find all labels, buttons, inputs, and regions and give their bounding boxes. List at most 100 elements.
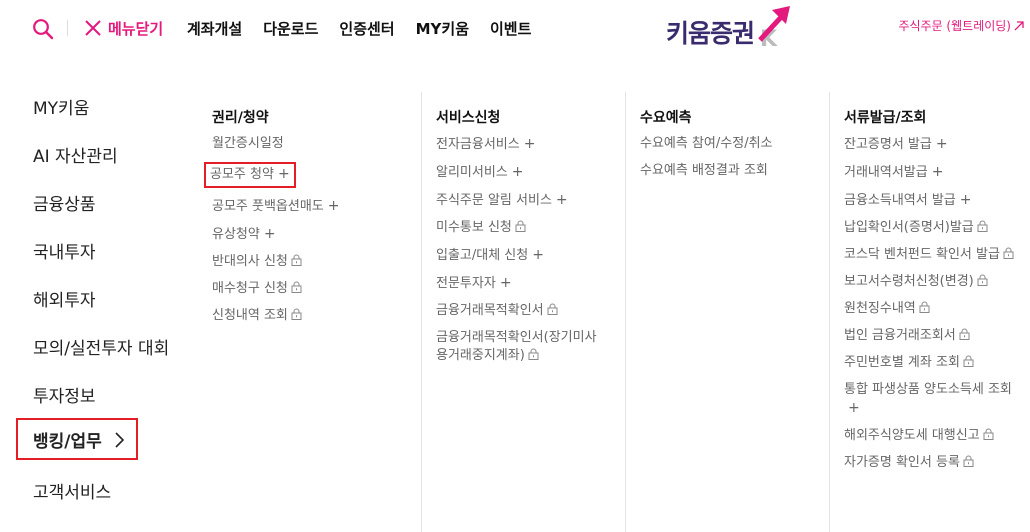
- header: 메뉴닫기 계좌개설 다운로드 인증센터 MY키움 이벤트 키움증권 K 주식주문…: [0, 0, 1030, 56]
- menu-item-monthly-schedule[interactable]: 월간증시일정: [212, 131, 402, 158]
- item-label: 통합 파생상품 양도소득세 조회: [844, 382, 1012, 397]
- menu-item-alert-service[interactable]: 알리미서비스 +: [436, 159, 611, 187]
- top-nav: 계좌개설 다운로드 인증센터 MY키움 이벤트: [187, 16, 552, 40]
- category-trading-contest[interactable]: 모의/실전투자 대회: [33, 334, 169, 359]
- column-divider: [829, 92, 830, 532]
- menu-item-ipo-subscription[interactable]: 공모주 청약 +: [204, 162, 296, 188]
- search-icon[interactable]: [32, 18, 54, 40]
- logo-arrow-icon: K: [758, 6, 790, 48]
- menu-item-dissent-request[interactable]: 반대의사 신청: [212, 249, 402, 276]
- menu-close-label: 메뉴닫기: [108, 19, 164, 38]
- column-demand-forecast: 수요예측 수요예측 참여/수정/취소 수요예측 배정결과 조회: [625, 92, 810, 532]
- nav-download[interactable]: 다운로드: [263, 18, 318, 39]
- menu-item-forecast-participation[interactable]: 수요예측 참여/수정/취소: [640, 131, 810, 158]
- plus-icon: +: [327, 198, 340, 214]
- menu-item-transaction-statement[interactable]: 거래내역서발급 +: [844, 159, 1024, 187]
- category-banking[interactable]: 뱅킹/업무: [16, 418, 138, 460]
- lock-icon: [291, 281, 302, 293]
- category-ai-asset[interactable]: AI 자산관리: [33, 142, 118, 167]
- menu-item-rights-offering[interactable]: 유상청약 +: [212, 221, 402, 249]
- web-trading-link[interactable]: 주식주문 (웹트레이딩): [898, 17, 1024, 34]
- column-divider: [625, 92, 626, 532]
- lock-icon: [528, 348, 539, 360]
- plus-icon: +: [935, 136, 948, 152]
- item-label: 매수청구 신청: [212, 281, 288, 296]
- item-label: 알리미서비스: [436, 165, 508, 180]
- nav-event[interactable]: 이벤트: [490, 18, 531, 39]
- category-domestic-investment[interactable]: 국내투자: [33, 238, 96, 263]
- menu-item-putback-option[interactable]: 공모주 풋백옵션매도 +: [212, 193, 402, 221]
- menu-item-request-history[interactable]: 신청내역 조회: [212, 303, 402, 330]
- menu-item-purpose-confirmation-dormant[interactable]: 금융거래목적확인서(장기미사용거래중지계좌): [436, 325, 601, 370]
- item-label: 수요예측 배정결과 조회: [640, 163, 768, 178]
- plus-icon: +: [263, 226, 276, 242]
- category-customer-service[interactable]: 고객서비스: [33, 478, 111, 503]
- menu-item-kosdaq-venture[interactable]: 코스닥 벤처펀드 확인서 발급: [844, 242, 1014, 269]
- menu-item-corporate-inquiry[interactable]: 법인 금융거래조회서: [844, 323, 1024, 350]
- nav-my-kiwoom[interactable]: MY키움: [416, 18, 469, 39]
- lock-icon: [291, 308, 302, 320]
- item-label: 금융소득내역서 발급: [844, 193, 956, 208]
- column-divider: [421, 92, 422, 532]
- category-banking-label: 뱅킹/업무: [33, 432, 102, 452]
- menu-list: 잔고증명서 발급 + 거래내역서발급 + 금융소득내역서 발급 + 납입확인서(증명서…: [844, 131, 1024, 477]
- category-my-kiwoom[interactable]: MY키움: [33, 94, 89, 119]
- menu-item-purchase-claim[interactable]: 매수청구 신청: [212, 276, 402, 303]
- item-label: 신청내역 조회: [212, 308, 288, 323]
- menu-item-purpose-confirmation[interactable]: 금융거래목적확인서: [436, 298, 611, 325]
- menu-item-professional-investor[interactable]: 전문투자자 +: [436, 270, 611, 298]
- menu-item-e-finance[interactable]: 전자금융서비스 +: [436, 131, 611, 159]
- menu-item-withholding-tax[interactable]: 원천징수내역: [844, 296, 1024, 323]
- plus-icon: +: [959, 192, 972, 208]
- menu-item-derivative-tax[interactable]: 통합 파생상품 양도소득세 조회 +: [844, 377, 1014, 423]
- lock-icon: [291, 254, 302, 266]
- menu-item-order-alert[interactable]: 주식주문 알림 서비스 +: [436, 187, 611, 215]
- menu-item-payment-confirmation[interactable]: 납입확인서(증명서)발급: [844, 215, 1024, 242]
- menu-item-financial-income[interactable]: 금융소득내역서 발급 +: [844, 187, 1024, 215]
- lock-icon: [963, 355, 974, 367]
- menu-item-report-address[interactable]: 보고서수령처신청(변경): [844, 269, 1024, 296]
- plus-icon: +: [499, 275, 512, 291]
- plus-icon: +: [555, 192, 568, 208]
- item-label: 주식주문 알림 서비스: [436, 193, 552, 208]
- item-label: 코스닥 벤처펀드 확인서 발급: [844, 247, 1000, 262]
- nav-open-account[interactable]: 계좌개설: [187, 18, 242, 39]
- column-title: 서비스신청: [436, 110, 501, 126]
- plus-icon: +: [511, 164, 524, 180]
- lock-icon: [977, 220, 988, 232]
- menu-item-forecast-allocation[interactable]: 수요예측 배정결과 조회: [640, 158, 810, 185]
- item-label: 공모주 풋백옵션매도: [212, 199, 324, 214]
- column-rights: 권리/청약 월간증시일정 공모주 청약 + 공모주 풋백옵션매도 + 유상청약 + 반…: [204, 92, 402, 330]
- item-label: 법인 금융거래조회서: [844, 328, 956, 343]
- item-label: 월간증시일정: [212, 136, 284, 151]
- menu-item-overseas-tax-filing[interactable]: 해외주식양도세 대행신고: [844, 423, 1024, 450]
- item-label: 수요예측 참여/수정/취소: [640, 136, 773, 151]
- item-label: 원천징수내역: [844, 301, 916, 316]
- chevron-right-icon: [115, 431, 124, 448]
- lock-icon: [963, 455, 974, 467]
- web-trading-label: 주식주문 (웹트레이딩): [898, 19, 1011, 33]
- item-label: 주민번호별 계좌 조회: [844, 355, 960, 370]
- logo-text: 키움증권: [666, 19, 755, 48]
- column-title: 권리/청약: [212, 110, 269, 126]
- plus-icon: +: [931, 164, 944, 180]
- menu-item-balance-certificate[interactable]: 잔고증명서 발급 +: [844, 131, 1024, 159]
- menu-list: 월간증시일정 공모주 청약 + 공모주 풋백옵션매도 + 유상청약 + 반대의사 신청…: [204, 131, 402, 330]
- category-overseas-investment[interactable]: 해외투자: [33, 286, 96, 311]
- category-investment-info[interactable]: 투자정보: [33, 382, 96, 407]
- plus-icon: +: [523, 136, 536, 152]
- item-label: 금융거래목적확인서: [436, 303, 544, 318]
- close-icon: [85, 20, 101, 36]
- item-label: 전자금융서비스: [436, 137, 520, 152]
- menu-item-unpaid-notice[interactable]: 미수통보 신청: [436, 215, 611, 242]
- menu-item-self-certification[interactable]: 자가증명 확인서 등록: [844, 450, 1024, 477]
- menu-item-account-by-id[interactable]: 주민번호별 계좌 조회: [844, 350, 1024, 377]
- brand-logo[interactable]: 키움증권 K: [664, 6, 794, 50]
- lock-icon: [959, 328, 970, 340]
- menu-item-transfer-request[interactable]: 입출고/대체 신청 +: [436, 242, 611, 270]
- plus-icon: +: [532, 247, 544, 263]
- lock-icon: [919, 301, 930, 313]
- nav-certificate-center[interactable]: 인증센터: [339, 18, 394, 39]
- menu-close-button[interactable]: 메뉴닫기: [84, 16, 163, 40]
- category-financial-products[interactable]: 금융상품: [33, 190, 96, 215]
